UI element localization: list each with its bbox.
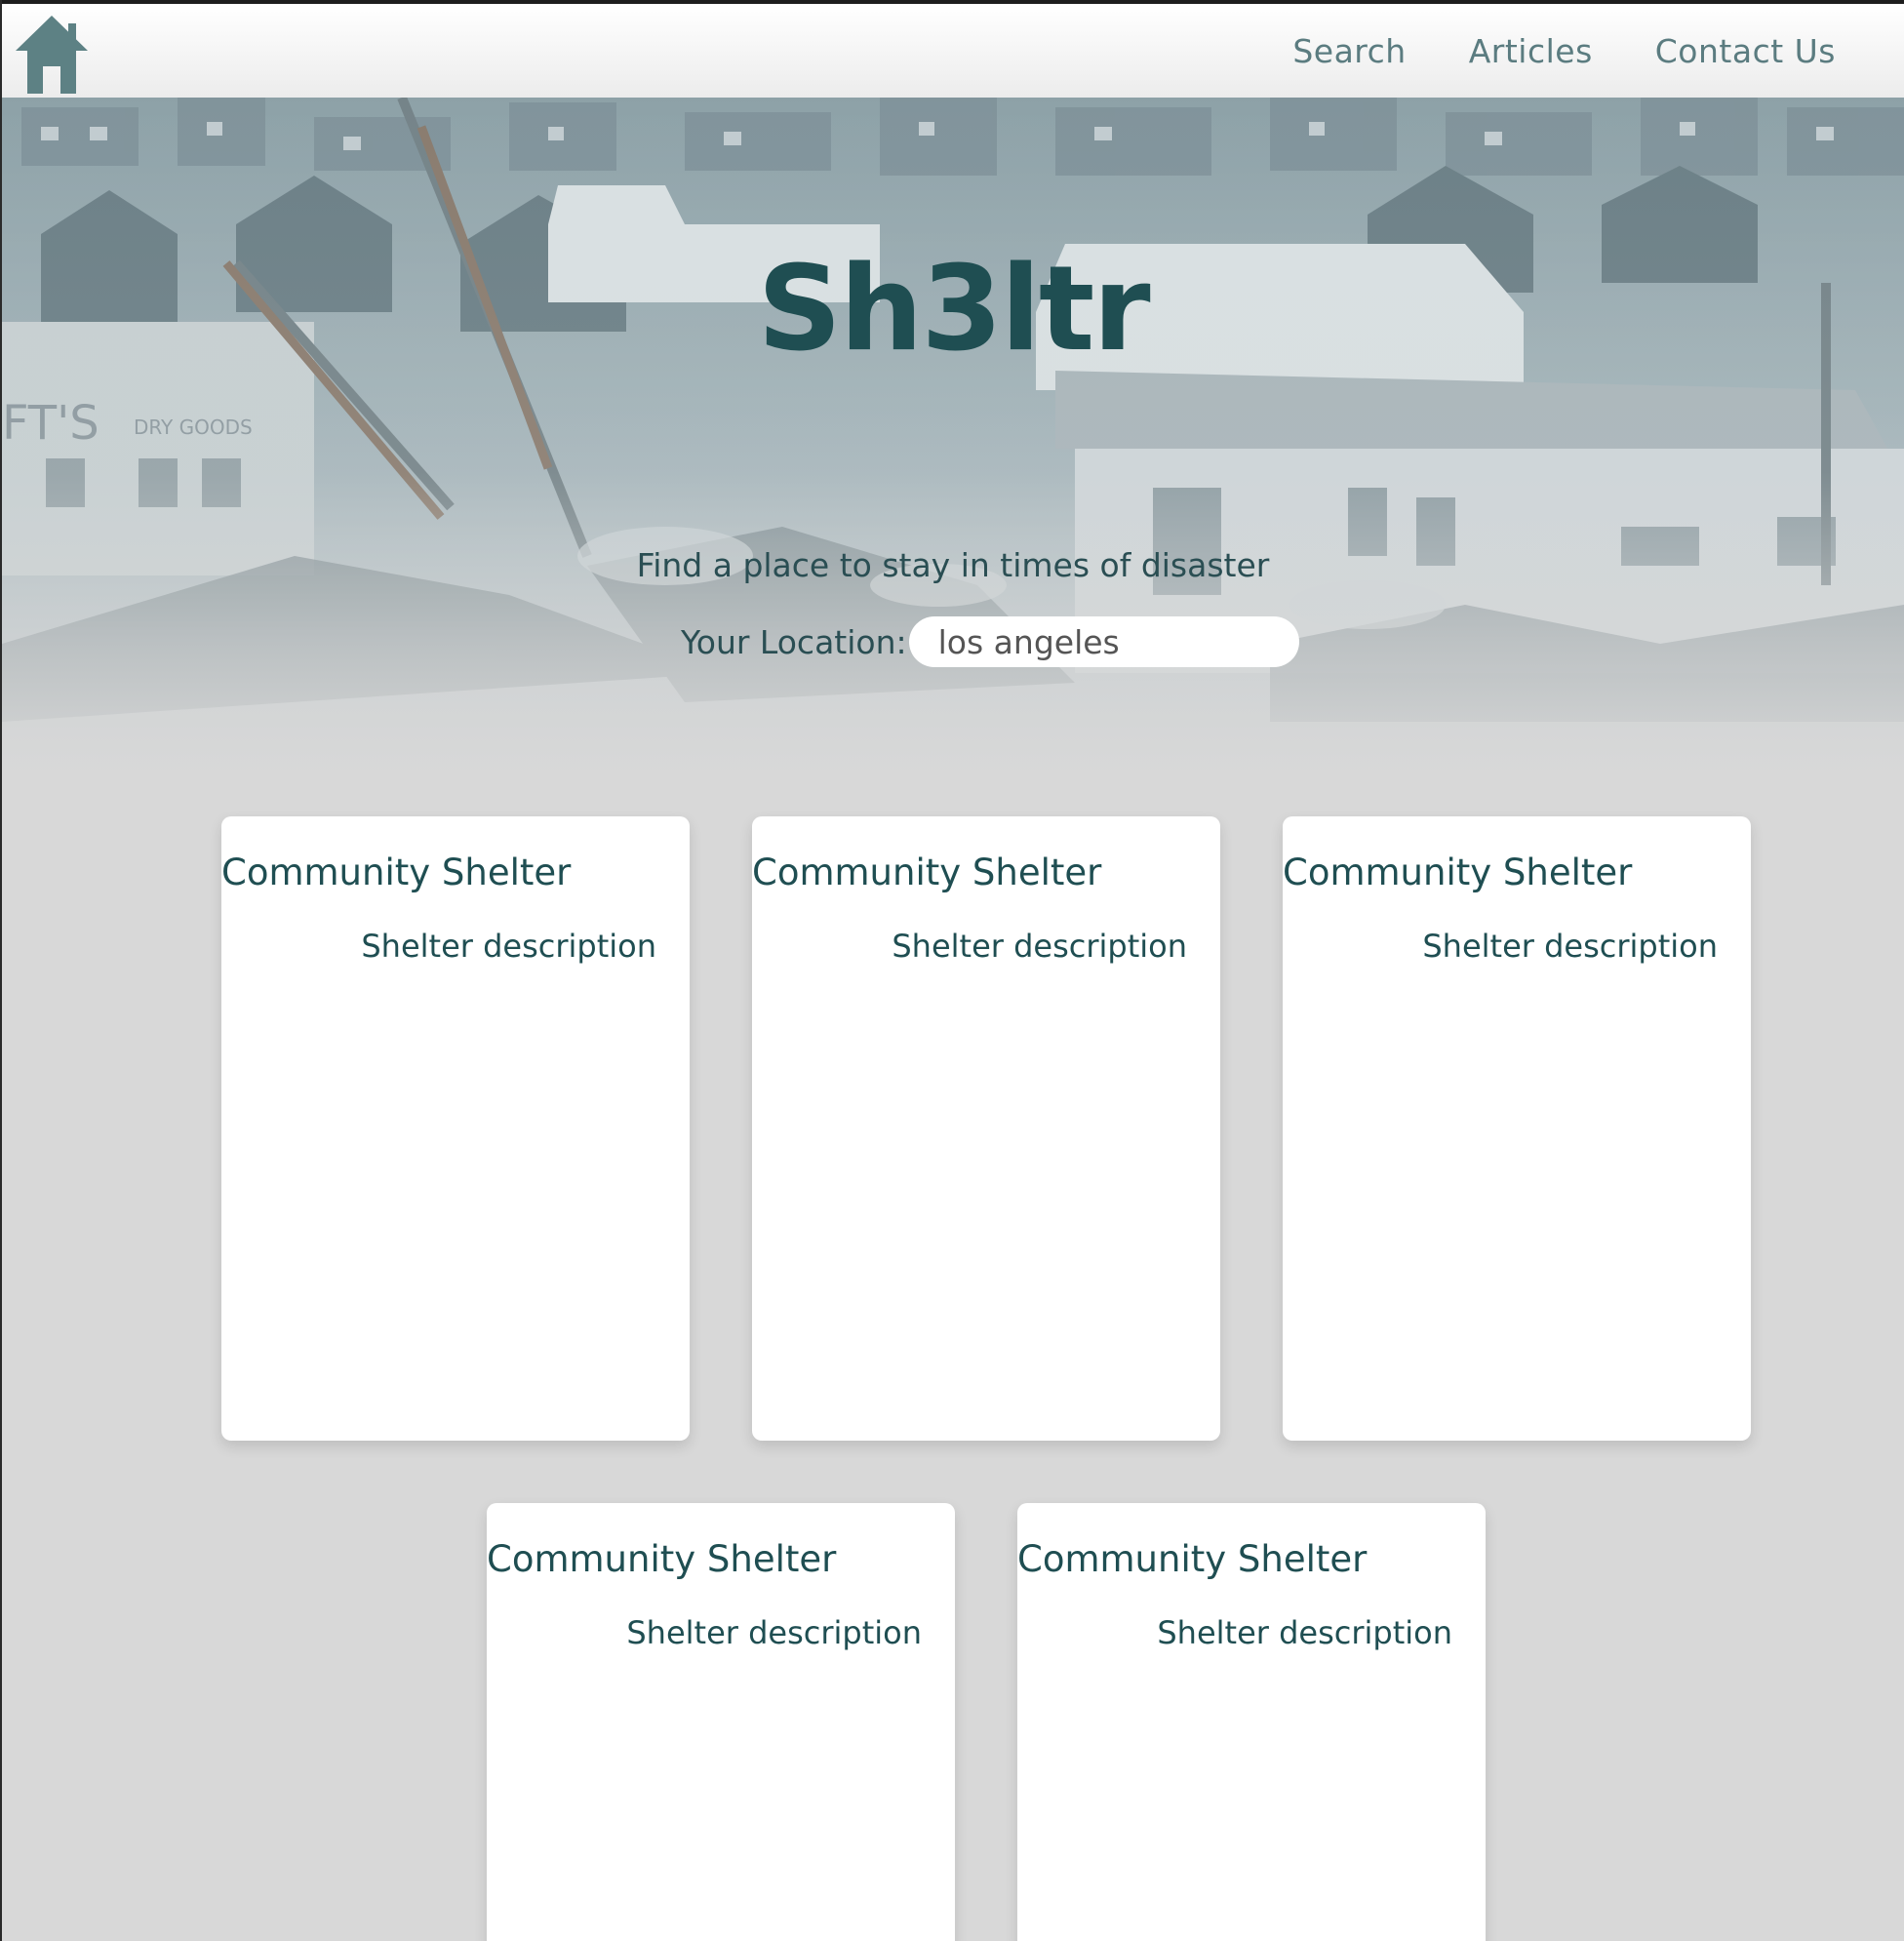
hero-section: FT'S DRY GOODS: [2, 98, 1904, 780]
shelter-card-title: Community Shelter: [1283, 852, 1633, 893]
home-icon[interactable]: [12, 12, 92, 94]
hero-tagline: Find a place to stay in times of disaste…: [636, 546, 1270, 584]
shelter-card-description: Shelter description: [892, 928, 1187, 965]
shelter-card[interactable]: Community Shelter Shelter description: [1283, 816, 1751, 1441]
shelter-card[interactable]: Community Shelter Shelter description: [487, 1503, 955, 1941]
shelter-card-title: Community Shelter: [752, 852, 1102, 893]
nav-articles-link[interactable]: Articles: [1469, 32, 1593, 70]
shelter-card-title: Community Shelter: [487, 1538, 837, 1580]
location-label: Your Location:: [681, 622, 907, 661]
shelter-card-description: Shelter description: [361, 928, 656, 965]
location-row: Your Location:: [681, 616, 1299, 667]
shelter-card[interactable]: Community Shelter Shelter description: [1017, 1503, 1486, 1941]
shelter-card[interactable]: Community Shelter Shelter description: [752, 816, 1220, 1441]
shelter-card-title: Community Shelter: [1017, 1538, 1368, 1580]
shelter-card-description: Shelter description: [1157, 1614, 1452, 1651]
shelter-card-description: Shelter description: [1422, 928, 1718, 965]
shelter-card-description: Shelter description: [626, 1614, 922, 1651]
nav-links: Search Articles Contact Us: [1292, 4, 1836, 98]
left-border: [0, 0, 2, 1941]
site-title: Sh3ltr: [757, 242, 1150, 377]
navbar: Search Articles Contact Us: [2, 4, 1904, 98]
nav-search-link[interactable]: Search: [1292, 32, 1406, 70]
shelter-card[interactable]: Community Shelter Shelter description: [221, 816, 690, 1441]
nav-contact-link[interactable]: Contact Us: [1655, 32, 1836, 70]
hero-fade-overlay: [2, 98, 1904, 780]
location-input[interactable]: [908, 616, 1299, 667]
shelter-card-title: Community Shelter: [221, 852, 572, 893]
page: Search Articles Contact Us Sh3ltr Find a…: [0, 0, 1904, 1941]
